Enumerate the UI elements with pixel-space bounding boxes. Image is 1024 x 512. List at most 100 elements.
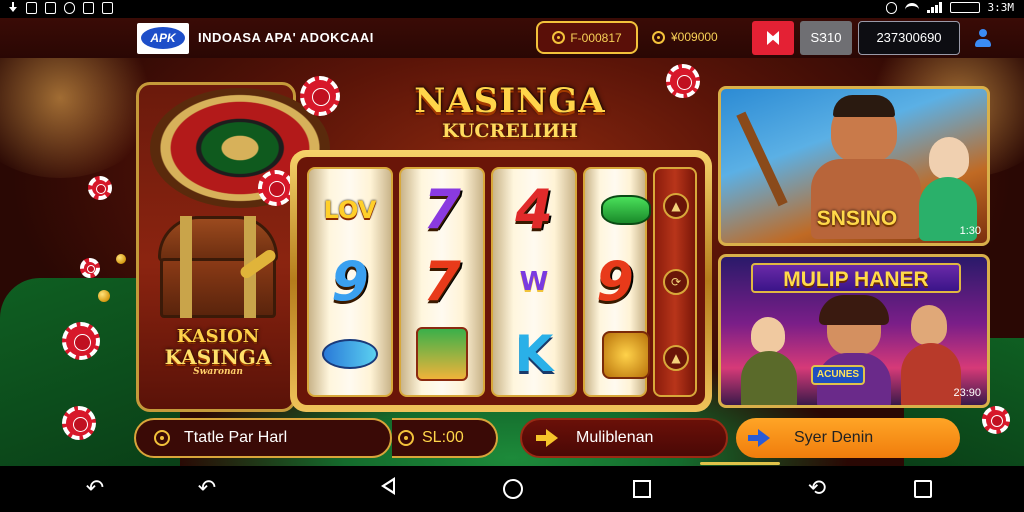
user-icon xyxy=(975,29,991,47)
stick-icon xyxy=(736,111,788,207)
box-icon xyxy=(83,2,94,14)
slot-machine[interactable]: LOV 9 7 7 4 W K 9 ▲ ⟳ ▲ xyxy=(290,150,712,412)
character-hair xyxy=(819,295,889,325)
reel-1: LOV 9 xyxy=(307,167,393,397)
flag-icon-mirror xyxy=(771,31,779,45)
balance-display: ¥009000 xyxy=(652,30,718,44)
game-title-line2: KUCRELIИH xyxy=(442,120,578,142)
arrow-right-icon xyxy=(536,427,558,449)
game-title-line1: NASINGA xyxy=(414,81,606,121)
card-title: MULIP HANER xyxy=(751,263,961,293)
card-timer: 1:30 xyxy=(959,225,981,237)
slot-symbol: 7 xyxy=(423,178,461,241)
slot-symbol xyxy=(401,319,483,389)
app-header: APK INDOASA APA' ADOKCAAI F-000817 ¥0090… xyxy=(0,18,1024,58)
promo-button[interactable] xyxy=(752,21,794,55)
card-badge: ACUNES xyxy=(811,365,865,385)
card-title: SNSINO xyxy=(816,207,898,230)
user-id-box[interactable]: 237300690 xyxy=(858,21,960,55)
fish-symbol-icon xyxy=(322,339,378,369)
clock: 3:3M xyxy=(987,1,1015,14)
battery-icon xyxy=(949,2,980,13)
coin-pill-label: F-000817 xyxy=(570,30,622,45)
jester-symbol-icon xyxy=(416,327,468,381)
character-body xyxy=(741,351,797,405)
gold-coin-icon xyxy=(98,290,110,302)
slot-symbol: LOV xyxy=(323,196,377,224)
character-body xyxy=(901,343,961,405)
spin-button[interactable]: ⟳ xyxy=(663,269,689,295)
casino-chip-icon xyxy=(62,406,96,440)
character-face xyxy=(929,137,969,179)
app-logo[interactable]: APK xyxy=(137,23,189,54)
slot-symbol: 4 xyxy=(515,178,553,241)
game-card-snsino[interactable]: SNSINO 1:30 xyxy=(718,86,990,246)
start-game-label: Syer Denin xyxy=(794,429,874,446)
arrow-right-icon xyxy=(748,427,770,449)
coin-pill-button[interactable]: F-000817 xyxy=(536,21,638,54)
slot-symbol: 9 xyxy=(331,250,369,313)
bet-amount-value: SL:00 xyxy=(422,429,464,446)
gold-coin-icon xyxy=(116,254,126,264)
bet-amount[interactable]: SL:00 xyxy=(392,418,498,458)
reel-3: 4 W K xyxy=(491,167,577,397)
bet-up-button[interactable]: ▲ xyxy=(663,193,689,219)
home-circle-icon[interactable] xyxy=(500,476,526,502)
balance-value: ¥009000 xyxy=(671,30,718,44)
coin-icon xyxy=(154,430,170,446)
reel-4: 9 xyxy=(583,167,651,397)
casino-chip-icon xyxy=(300,76,340,116)
system-nav-bar: ↶ ↶ ⟲ xyxy=(0,466,1024,512)
bet-down-button[interactable]: ▲ xyxy=(663,345,689,371)
game-title: NASINGA KUCRELIИH xyxy=(402,82,618,142)
multiplier-label: Muliblenan xyxy=(576,429,654,446)
shield-icon xyxy=(64,2,75,14)
progress-indicator xyxy=(700,462,780,465)
start-game-button[interactable]: Syer Denin xyxy=(736,418,960,458)
kasinga-logo-line2: KASINGA xyxy=(164,345,272,369)
gem-symbol-icon xyxy=(601,195,651,225)
slot-symbol: K xyxy=(514,325,554,383)
rotate-icon[interactable]: ⟲ xyxy=(804,476,830,502)
gallery-icon xyxy=(26,2,37,14)
character-hair xyxy=(833,95,895,117)
notification-icon xyxy=(45,2,56,14)
coin-icon xyxy=(652,30,665,44)
slot-symbol: W xyxy=(519,267,549,297)
back-triangle-icon[interactable] xyxy=(376,476,402,502)
wifi-icon xyxy=(904,2,919,13)
status-bar: 3:3M xyxy=(0,0,1024,18)
casino-chip-icon xyxy=(982,406,1010,434)
app-title: INDOASA APA' ADOKCAAI xyxy=(198,30,374,45)
currency-button[interactable]: SЗ10 xyxy=(800,21,852,55)
coin-icon xyxy=(398,430,414,446)
kasinga-logo-line1: KASION xyxy=(176,326,260,347)
download-icon xyxy=(8,2,18,14)
slot-symbol xyxy=(309,319,391,389)
back-icon[interactable]: ↶ xyxy=(194,476,220,502)
slot-symbol: 9 xyxy=(596,250,634,313)
character-face xyxy=(911,305,947,345)
game-card-mulip-haner[interactable]: MULIP HANER ACUNES 23:90 xyxy=(718,254,990,408)
casino-chip-icon xyxy=(88,176,112,200)
card-timer: 23:90 xyxy=(953,387,981,399)
app-icon xyxy=(102,2,113,14)
casino-chip-icon xyxy=(80,258,100,278)
treasure-symbol-icon xyxy=(602,331,650,379)
table-pair-label: Ttatle Par Harl xyxy=(184,429,288,446)
game-lobby: KASION KASINGA Swaronan NASINGA KUCRELIИ… xyxy=(0,58,1024,466)
profile-button[interactable] xyxy=(968,25,998,51)
multiplier-button[interactable]: Muliblenan xyxy=(520,418,728,458)
slot-side-controls: ▲ ⟳ ▲ xyxy=(653,167,697,397)
kasinga-logo: KASION KASINGA Swaronan xyxy=(160,326,276,377)
screenshot-icon[interactable] xyxy=(910,476,936,502)
reel-2: 7 7 xyxy=(399,167,485,397)
slot-symbol: 7 xyxy=(423,250,461,313)
recents-icon[interactable] xyxy=(629,476,655,502)
back-alt-icon[interactable]: ↶ xyxy=(82,476,108,502)
character-face xyxy=(751,317,785,353)
table-pair-button[interactable]: Ttatle Par Harl xyxy=(134,418,392,458)
casino-chip-icon xyxy=(666,64,700,98)
signal-icon xyxy=(926,2,942,13)
coin-icon xyxy=(552,31,566,44)
